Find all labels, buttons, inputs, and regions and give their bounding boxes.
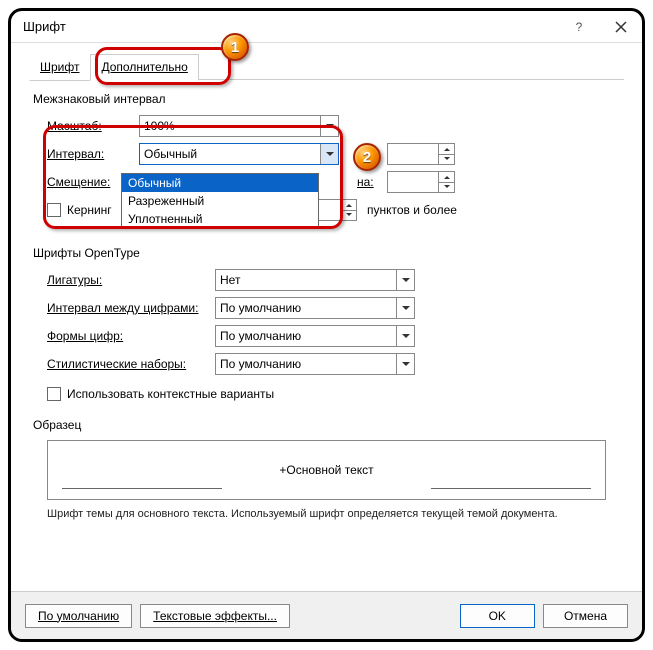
style-sets-label: Стилистические наборы:	[47, 357, 215, 371]
font-dialog: Шрифт ? Шрифт Дополнительно Межзнаковый …	[8, 8, 645, 642]
offset-on-label: на:	[357, 175, 387, 189]
interval-dropdown: Обычный Разреженный Уплотненный	[121, 173, 319, 229]
interval-label: Интервал:	[47, 147, 139, 161]
help-button[interactable]: ?	[558, 11, 600, 43]
style-sets-combo[interactable]: По умолчанию	[215, 353, 415, 375]
ok-button[interactable]: OK	[460, 604, 535, 628]
annotation-badge-1: 1	[221, 33, 249, 61]
interval-option-condensed[interactable]: Уплотненный	[122, 210, 318, 228]
num-spacing-combo[interactable]: По умолчанию	[215, 297, 415, 319]
num-forms-label: Формы цифр:	[47, 329, 215, 343]
preview-title: Образец	[33, 418, 624, 432]
kerning-label: Кернинг	[67, 203, 129, 217]
interval-combo[interactable]: Обычный	[139, 143, 339, 165]
text-effects-button[interactable]: Текстовые эффекты...	[140, 604, 290, 628]
kerning-suffix: пунктов и более	[367, 203, 457, 217]
titlebar: Шрифт ?	[11, 11, 642, 43]
interval-option-normal[interactable]: Обычный	[122, 174, 318, 192]
preview-section: Образец +Основной текст Шрифт темы для о…	[29, 418, 624, 520]
chevron-down-icon	[396, 270, 414, 290]
chevron-down-icon	[320, 116, 338, 136]
contextual-checkbox[interactable]	[47, 387, 61, 401]
opentype-title: Шрифты OpenType	[33, 246, 624, 260]
chevron-down-icon	[396, 298, 414, 318]
spacing-section: Межзнаковый интервал Масштаб: 100% Интер…	[29, 92, 624, 222]
interval-value-spin[interactable]	[387, 143, 455, 165]
spacing-title: Межзнаковый интервал	[33, 92, 624, 106]
default-button[interactable]: По умолчанию	[25, 604, 132, 628]
contextual-label: Использовать контекстные варианты	[67, 387, 274, 401]
tab-strip: Шрифт Дополнительно	[29, 53, 624, 80]
num-spacing-label: Интервал между цифрами:	[47, 301, 215, 315]
num-forms-combo[interactable]: По умолчанию	[215, 325, 415, 347]
tab-font[interactable]: Шрифт	[29, 54, 90, 81]
scale-label: Масштаб:	[47, 119, 139, 133]
interval-option-expanded[interactable]: Разреженный	[122, 192, 318, 210]
dialog-footer: По умолчанию Текстовые эффекты... OK Отм…	[11, 591, 642, 639]
chevron-down-icon	[396, 354, 414, 374]
close-button[interactable]	[600, 11, 642, 43]
cancel-button[interactable]: Отмена	[543, 604, 628, 628]
ligatures-label: Лигатуры:	[47, 273, 215, 287]
scale-combo[interactable]: 100%	[139, 115, 339, 137]
window-title: Шрифт	[23, 19, 558, 34]
preview-desc: Шрифт темы для основного текста. Использ…	[47, 508, 606, 520]
tab-advanced[interactable]: Дополнительно	[90, 54, 198, 81]
preview-box: +Основной текст	[47, 440, 606, 500]
chevron-down-icon	[320, 144, 338, 164]
preview-text: +Основной текст	[279, 463, 373, 477]
close-icon	[615, 21, 627, 33]
opentype-section: Шрифты OpenType Лигатуры: Нет Интервал м…	[29, 246, 624, 406]
ligatures-combo[interactable]: Нет	[215, 269, 415, 291]
annotation-badge-2: 2	[353, 143, 381, 171]
offset-value-spin[interactable]	[387, 171, 455, 193]
kerning-checkbox[interactable]	[47, 203, 61, 217]
chevron-down-icon	[396, 326, 414, 346]
